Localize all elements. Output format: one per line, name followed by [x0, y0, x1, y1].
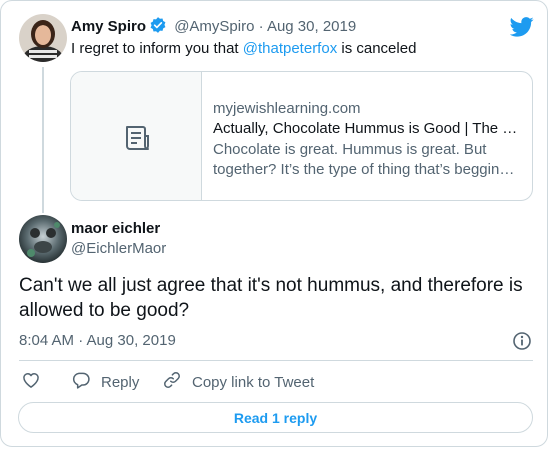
header-separator: · — [258, 18, 264, 35]
link-description-line-1: Chocolate is great. Hummus is great. But — [213, 141, 487, 158]
parent-tweet-text: I regret to inform you that @thatpeterfo… — [71, 40, 416, 57]
link-description-line-2: together? It’s the type of thing that’s … — [213, 161, 515, 178]
copy-link-label: Copy link to Tweet — [192, 373, 315, 391]
parent-text-after: is canceled — [337, 40, 417, 57]
link-title: Actually, Chocolate Hummus is Good | The… — [213, 120, 518, 137]
tweet-timestamp[interactable]: 8:04 AM · Aug 30, 2019 — [19, 332, 176, 349]
reply-button[interactable]: Reply — [71, 370, 139, 394]
info-icon[interactable] — [512, 331, 532, 356]
thread-connector-line — [42, 67, 44, 213]
author-name[interactable]: maor eichler — [71, 220, 160, 237]
parent-text-before: I regret to inform you that — [71, 40, 243, 57]
link-icon — [162, 370, 192, 394]
link-domain: myjewishlearning.com — [213, 100, 361, 117]
read-replies-button[interactable]: Read 1 reply — [18, 402, 533, 433]
twitter-bird-icon[interactable] — [509, 17, 534, 42]
mention-link[interactable]: @thatpeterfox — [243, 40, 337, 57]
parent-author-handle[interactable]: @AmySpiro — [174, 18, 254, 35]
copy-link-button[interactable]: Copy link to Tweet — [162, 370, 314, 394]
parent-author-name[interactable]: Amy Spiro — [71, 18, 146, 35]
reply-label: Reply — [101, 373, 140, 391]
link-thumbnail — [71, 72, 202, 200]
heart-icon — [21, 370, 51, 394]
like-button[interactable] — [21, 370, 51, 394]
document-icon — [123, 124, 151, 157]
avatar-maor-eichler[interactable] — [19, 215, 67, 263]
avatar-amy-spiro[interactable] — [19, 14, 67, 62]
tweet-text: Can't we all just agree that it's not hu… — [19, 275, 523, 321]
parent-tweet-date[interactable]: Aug 30, 2019 — [267, 18, 356, 35]
link-description: Chocolate is great. Hummus is great. But… — [213, 140, 518, 180]
link-preview-card[interactable]: myjewishlearning.com Actually, Chocolate… — [70, 71, 533, 201]
speech-bubble-icon — [71, 370, 101, 394]
author-handle[interactable]: @EichlerMaor — [71, 240, 166, 257]
verified-badge-icon — [149, 16, 167, 38]
embedded-tweet-card: Amy Spiro @AmySpiro · Aug 30, 2019 I reg… — [0, 0, 548, 447]
parent-tweet-header: Amy Spiro @AmySpiro · Aug 30, 2019 — [71, 16, 356, 38]
divider — [19, 360, 533, 361]
